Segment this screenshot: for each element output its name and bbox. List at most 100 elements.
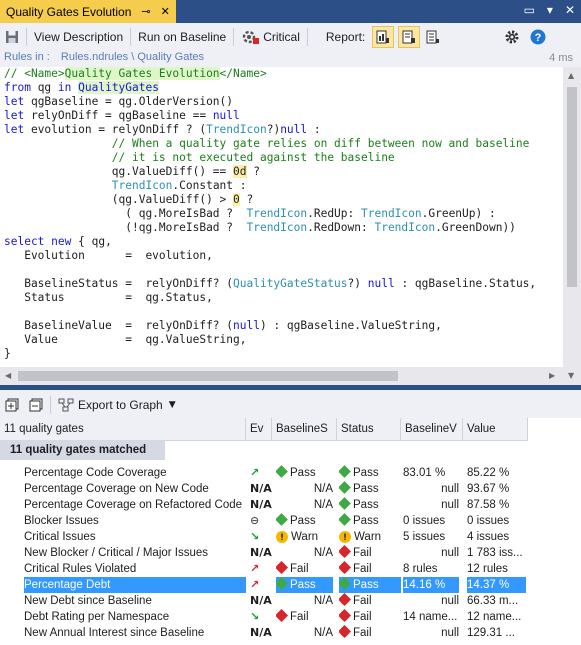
column-header-value[interactable]: Value xyxy=(463,418,528,440)
status: Pass xyxy=(353,483,379,495)
status-cell: Fail xyxy=(339,561,401,577)
value-cell: 14.37 % xyxy=(467,577,526,593)
query-editor[interactable]: // <Name>Quality Gates Evolution</Name> f… xyxy=(0,67,563,367)
baseline-status-cell: N/A xyxy=(276,481,333,497)
close-icon[interactable]: ✕ xyxy=(161,5,170,18)
quality-gate-name: Percentage Code Coverage xyxy=(24,467,167,479)
table-row[interactable]: New Debt since Baseline N/A N/A Fail null 66.… xyxy=(0,593,528,609)
table-row[interactable]: Critical Rules Violated ↗ Fail Fail 8 rules 1… xyxy=(0,561,528,577)
scroll-up-icon[interactable]: ▲ xyxy=(568,71,574,80)
baseline-value-cell: 8 rules xyxy=(403,563,438,575)
status: Pass xyxy=(353,499,379,511)
pass-icon xyxy=(339,465,351,479)
table-row[interactable]: Percentage Coverage on New Code N/A N/A Pas… xyxy=(0,481,528,497)
evolution-cell: N/A xyxy=(250,497,272,513)
value-cell: 12 rules xyxy=(467,563,508,575)
collapse-all-icon xyxy=(29,398,43,412)
table-row[interactable]: Debt Rating per Namespace ↘ Fail Fail 14 nam… xyxy=(0,609,528,625)
scroll-thumb[interactable] xyxy=(18,371,398,381)
baseline-status: N/A xyxy=(313,627,333,639)
settings-button[interactable] xyxy=(499,25,525,49)
report-label: Report: xyxy=(325,30,366,44)
table-row[interactable]: Percentage Code Coverage ↗ Pass Pass 83.01 %… xyxy=(0,465,528,481)
expand-all-button[interactable] xyxy=(0,393,24,417)
separator xyxy=(130,28,132,46)
table-row[interactable]: Blocker Issues ⊖ Pass Pass 0 issues 0 issues xyxy=(0,513,528,529)
baseline-status-cell: N/A xyxy=(276,497,333,513)
window-close-icon[interactable]: ✕ xyxy=(565,3,575,17)
status-cell: Pass xyxy=(339,497,401,513)
save-button[interactable] xyxy=(0,25,24,49)
collapse-all-button[interactable] xyxy=(24,393,48,417)
quality-gate-name-cell: Debt Rating per Namespace xyxy=(24,609,246,625)
table-row[interactable]: Percentage Coverage on Refactored Code N/… xyxy=(0,497,528,513)
table-row[interactable]: New Blocker / Critical / Major Issues N/A… xyxy=(0,545,528,561)
quality-gate-name-cell: New Blocker / Critical / Major Issues xyxy=(24,545,246,561)
evolution-cell: ↘ xyxy=(250,609,272,625)
code-line: Status = qg.Status, xyxy=(4,291,213,304)
baseline-value-cell: 14.16 % xyxy=(403,577,459,593)
table-row[interactable]: New Annual Interest since Baseline N/A N/A… xyxy=(0,625,528,641)
baseline-status: Fail xyxy=(290,611,309,623)
code-line: from qg in QualityGates xyxy=(4,81,159,94)
critical-label: Critical xyxy=(263,30,300,44)
column-header-evolution[interactable]: Ev xyxy=(246,418,272,440)
report-list-button[interactable] xyxy=(422,25,444,49)
scroll-down-icon[interactable]: ▼ xyxy=(568,371,574,380)
fail-icon xyxy=(339,625,352,639)
status-cell: Pass xyxy=(339,481,401,497)
status-cell: Pass xyxy=(339,513,401,529)
tab-title: Quality Gates Evolution xyxy=(6,4,132,19)
code-line: let evolution = relyOnDiff ? (TrendIcon?… xyxy=(4,123,321,136)
trend-icon: ↘ xyxy=(250,610,260,623)
svg-text:?: ? xyxy=(535,32,542,44)
quality-gate-name-cell: Percentage Coverage on New Code xyxy=(24,481,246,497)
critical-button[interactable]: Critical xyxy=(236,25,305,49)
quality-gate-name: Critical Issues xyxy=(24,531,96,543)
pane-divider[interactable] xyxy=(0,385,581,390)
table-row[interactable]: Percentage Debt ↗ Pass Pass 14.16 % 14.37 % xyxy=(0,577,528,593)
export-to-graph-label: Export to Graph xyxy=(78,398,163,412)
trend-icon: N/A xyxy=(250,546,272,559)
rules-path-link[interactable]: Rules.ndrules \ Quality Gates xyxy=(61,51,204,63)
status: Warn xyxy=(354,531,382,543)
baseline-status-cell: Pass xyxy=(276,513,333,529)
matched-group-header[interactable]: 11 quality gates matched xyxy=(0,440,165,460)
help-button[interactable]: ? xyxy=(525,25,551,49)
pin-icon[interactable]: ⊸ xyxy=(141,5,150,18)
baseline-status-cell: Pass xyxy=(276,577,333,593)
baseline-status: Warn xyxy=(291,531,319,543)
baseline-status-cell: ! Warn xyxy=(276,529,333,545)
dropdown-icon[interactable]: ▾ xyxy=(547,3,553,17)
chevron-down-icon[interactable]: ▼ xyxy=(169,400,176,410)
column-header-name[interactable]: 11 quality gates xyxy=(0,418,246,440)
view-description-button[interactable]: View Description xyxy=(29,25,128,49)
quality-gate-name: Blocker Issues xyxy=(24,515,99,527)
report-chart-icon xyxy=(376,30,390,44)
baseline-value-cell: null xyxy=(441,499,459,511)
column-header-baseline-status[interactable]: BaselineS xyxy=(272,418,337,440)
report-document-button[interactable] xyxy=(398,26,421,48)
editor-horizontal-scrollbar[interactable]: ◀ ▶ xyxy=(0,367,563,385)
scroll-thumb[interactable] xyxy=(567,87,577,287)
code-line: let relyOnDiff = qgBaseline == null xyxy=(4,109,240,122)
column-header-baseline-value[interactable]: BaselineV xyxy=(401,418,463,440)
quality-gate-name: New Blocker / Critical / Major Issues xyxy=(24,547,209,559)
evolution-cell: ⊖ xyxy=(250,513,272,529)
separator xyxy=(50,396,51,414)
code-line: qg.ValueDiff() == 0d ? xyxy=(4,165,260,178)
table-row[interactable]: !Critical Issues↘!Warn!Warn5 issues4 iss… xyxy=(0,529,528,545)
document-tab[interactable]: Quality Gates Evolution ⊸ ✕ xyxy=(0,0,176,23)
report-chart-button[interactable] xyxy=(372,26,395,48)
scroll-left-icon[interactable]: ◀ xyxy=(5,371,11,380)
column-header-status[interactable]: Status xyxy=(337,418,401,440)
editor-vertical-scrollbar[interactable]: ▲ ▼ xyxy=(563,67,581,385)
run-on-baseline-button[interactable]: Run on Baseline xyxy=(133,25,231,49)
code-line: ( qg.MoreIsBad ? TrendIcon.RedUp: TrendI… xyxy=(4,207,496,220)
new-window-icon[interactable]: ▭ xyxy=(524,3,535,17)
scroll-right-icon[interactable]: ▶ xyxy=(549,371,555,380)
baseline-value-cell: null xyxy=(441,547,459,559)
code-line: // it is not executed against the baseli… xyxy=(111,151,395,164)
status-cell: Fail xyxy=(339,609,401,625)
export-to-graph-button[interactable]: Export to Graph ▼ xyxy=(53,393,181,417)
